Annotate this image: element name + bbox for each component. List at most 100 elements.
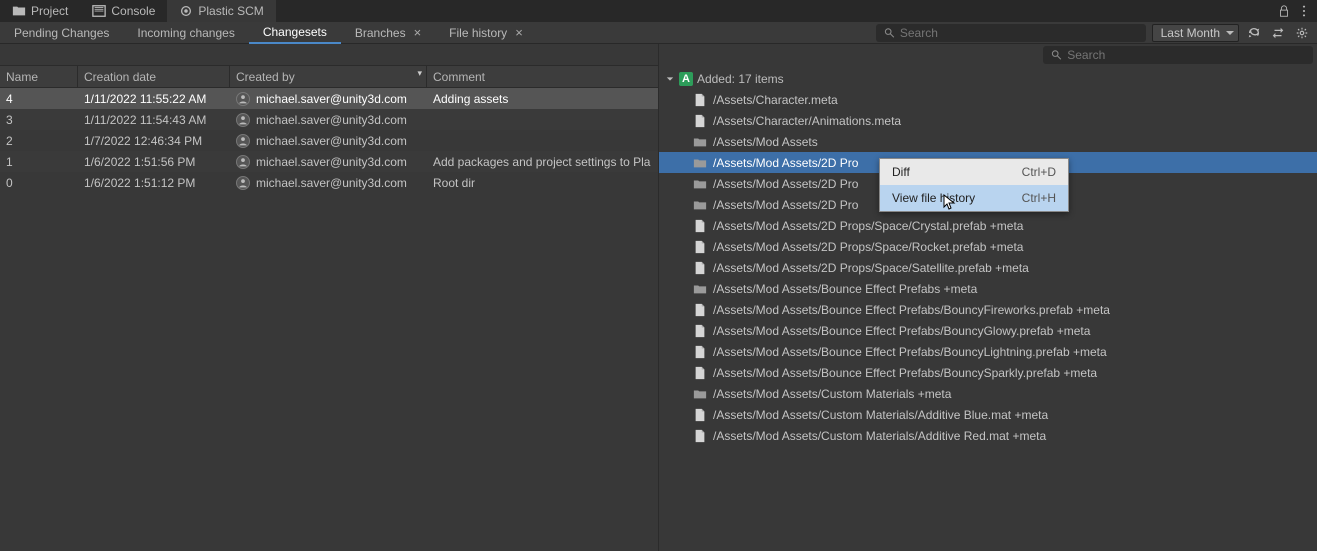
- file-icon: [693, 219, 707, 233]
- tab-label: Console: [111, 4, 155, 18]
- col-name[interactable]: Name: [0, 66, 78, 87]
- tree-item[interactable]: /Assets/Character/Animations.meta: [659, 110, 1317, 131]
- tree-group-header[interactable]: A Added: 17 items: [659, 68, 1317, 89]
- swap-button[interactable]: [1269, 24, 1287, 42]
- table-row[interactable]: 11/6/2022 1:51:56 PMmichael.saver@unity3…: [0, 151, 658, 172]
- file-icon: [693, 303, 707, 317]
- tree-item-path: /Assets/Mod Assets/Bounce Effect Prefabs…: [713, 324, 1090, 338]
- menu-icon[interactable]: [1297, 4, 1311, 18]
- cell-date: 1/6/2022 1:51:56 PM: [78, 155, 230, 169]
- close-icon[interactable]: ×: [515, 25, 523, 40]
- cell-by: michael.saver@unity3d.com: [230, 113, 427, 127]
- tree-item[interactable]: /Assets/Mod Assets/Bounce Effect Prefabs…: [659, 278, 1317, 299]
- cell-date: 1/7/2022 12:46:34 PM: [78, 134, 230, 148]
- tree-item[interactable]: /Assets/Mod Assets: [659, 131, 1317, 152]
- cell-by: michael.saver@unity3d.com: [230, 176, 427, 190]
- tree-item-path: /Assets/Mod Assets/2D Pro: [713, 156, 858, 170]
- col-creation-date[interactable]: Creation date: [78, 66, 230, 87]
- tree-item-path: /Assets/Mod Assets/2D Pro: [713, 177, 858, 191]
- added-badge: A: [679, 72, 693, 86]
- tree-item[interactable]: /Assets/Mod Assets/Custom Materials/Addi…: [659, 425, 1317, 446]
- tree-item-path: /Assets/Mod Assets/2D Props/Space/Rocket…: [713, 240, 1023, 254]
- tree-item-path: /Assets/Mod Assets/Bounce Effect Prefabs…: [713, 303, 1110, 317]
- tree-item[interactable]: /Assets/Mod Assets/2D Props/Space/Satell…: [659, 257, 1317, 278]
- gear-icon[interactable]: [1293, 24, 1311, 42]
- tree-item[interactable]: /Assets/Mod Assets/Bounce Effect Prefabs…: [659, 362, 1317, 383]
- tree-item-path: /Assets/Character.meta: [713, 93, 838, 107]
- column-headers: Name Creation date Created by ▾ Comment: [0, 66, 658, 88]
- details-panel: A Added: 17 items /Assets/Character.meta…: [658, 44, 1317, 551]
- tree-item[interactable]: /Assets/Mod Assets/Bounce Effect Prefabs…: [659, 320, 1317, 341]
- col-comment[interactable]: Comment: [427, 66, 658, 87]
- changeset-rows: 41/11/2022 11:55:22 AMmichael.saver@unit…: [0, 88, 658, 551]
- search-icon: [1051, 49, 1062, 61]
- tree-item-path: /Assets/Mod Assets/2D Pro: [713, 198, 858, 212]
- search-input[interactable]: [1043, 46, 1313, 64]
- date-filter-select[interactable]: Last Month: [1152, 24, 1239, 42]
- table-row[interactable]: 31/11/2022 11:54:43 AMmichael.saver@unit…: [0, 109, 658, 130]
- chevron-down-icon: [665, 74, 675, 84]
- top-tab-bar: Project Console Plastic SCM: [0, 0, 1317, 22]
- tree-item[interactable]: /Assets/Mod Assets/2D Props/Space/Crysta…: [659, 215, 1317, 236]
- folder-icon: [693, 177, 707, 191]
- file-icon: [693, 345, 707, 359]
- cell-by: michael.saver@unity3d.com: [230, 134, 427, 148]
- folder-icon: [693, 387, 707, 401]
- tab-label: Project: [31, 4, 68, 18]
- cursor-icon: [942, 194, 958, 210]
- close-icon[interactable]: ×: [414, 25, 422, 40]
- tab-changesets[interactable]: Changesets: [249, 23, 341, 44]
- file-icon: [693, 261, 707, 275]
- tab-file-history[interactable]: File history ×: [435, 22, 537, 43]
- cell-comment: Add packages and project settings to Pla: [427, 155, 658, 169]
- plastic-icon: [179, 4, 193, 18]
- search-input[interactable]: [876, 24, 1146, 42]
- table-row[interactable]: 01/6/2022 1:51:12 PMmichael.saver@unity3…: [0, 172, 658, 193]
- lock-icon[interactable]: [1277, 4, 1291, 18]
- folder-icon: [693, 198, 707, 212]
- sort-indicator-icon: ▾: [417, 68, 422, 79]
- tab-label: Branches: [355, 26, 406, 40]
- cell-id: 0: [0, 176, 78, 190]
- tree-item-path: /Assets/Mod Assets/Bounce Effect Prefabs…: [713, 345, 1107, 359]
- table-row[interactable]: 41/11/2022 11:55:22 AMmichael.saver@unit…: [0, 88, 658, 109]
- menu-diff[interactable]: Diff Ctrl+D: [880, 159, 1068, 185]
- tree-item-path: /Assets/Character/Animations.meta: [713, 114, 901, 128]
- col-created-by[interactable]: Created by ▾: [230, 66, 427, 87]
- avatar-icon: [236, 113, 250, 127]
- cell-id: 4: [0, 92, 78, 106]
- tree-item-path: /Assets/Mod Assets/2D Props/Space/Crysta…: [713, 219, 1023, 233]
- changesets-panel: Name Creation date Created by ▾ Comment …: [0, 44, 658, 551]
- tab-incoming-changes[interactable]: Incoming changes: [123, 22, 248, 43]
- menu-view-file-history[interactable]: View file history Ctrl+H: [880, 185, 1068, 211]
- tab-pending-changes[interactable]: Pending Changes: [0, 22, 123, 43]
- tree-item-path: /Assets/Mod Assets/Bounce Effect Prefabs…: [713, 366, 1097, 380]
- tree-item[interactable]: /Assets/Character.meta: [659, 89, 1317, 110]
- cell-comment: Adding assets: [427, 92, 658, 106]
- file-icon: [693, 114, 707, 128]
- tab-label: Plastic SCM: [198, 4, 263, 18]
- tree-item[interactable]: /Assets/Mod Assets/2D Props/Space/Rocket…: [659, 236, 1317, 257]
- file-icon: [693, 240, 707, 254]
- tree-item[interactable]: /Assets/Mod Assets/Bounce Effect Prefabs…: [659, 341, 1317, 362]
- sub-tab-bar: Pending Changes Incoming changes Changes…: [0, 22, 1317, 44]
- tab-branches[interactable]: Branches ×: [341, 22, 435, 43]
- tab-console[interactable]: Console: [80, 0, 167, 22]
- cell-id: 1: [0, 155, 78, 169]
- cell-comment: Root dir: [427, 176, 658, 190]
- cell-date: 1/11/2022 11:55:22 AM: [78, 92, 230, 106]
- tree-item-path: /Assets/Mod Assets: [713, 135, 818, 149]
- tree-item[interactable]: /Assets/Mod Assets/Bounce Effect Prefabs…: [659, 299, 1317, 320]
- console-icon: [92, 4, 106, 18]
- search-icon: [884, 27, 895, 39]
- refresh-button[interactable]: [1245, 24, 1263, 42]
- cell-date: 1/11/2022 11:54:43 AM: [78, 113, 230, 127]
- table-row[interactable]: 21/7/2022 12:46:34 PMmichael.saver@unity…: [0, 130, 658, 151]
- tree-item-path: /Assets/Mod Assets/Custom Materials/Addi…: [713, 408, 1048, 422]
- tree-item[interactable]: /Assets/Mod Assets/Custom Materials +met…: [659, 383, 1317, 404]
- tree-item[interactable]: /Assets/Mod Assets/Custom Materials/Addi…: [659, 404, 1317, 425]
- tree-item-path: /Assets/Mod Assets/Custom Materials/Addi…: [713, 429, 1046, 443]
- file-icon: [693, 429, 707, 443]
- tab-plastic-scm[interactable]: Plastic SCM: [167, 0, 275, 22]
- tab-project[interactable]: Project: [0, 0, 80, 22]
